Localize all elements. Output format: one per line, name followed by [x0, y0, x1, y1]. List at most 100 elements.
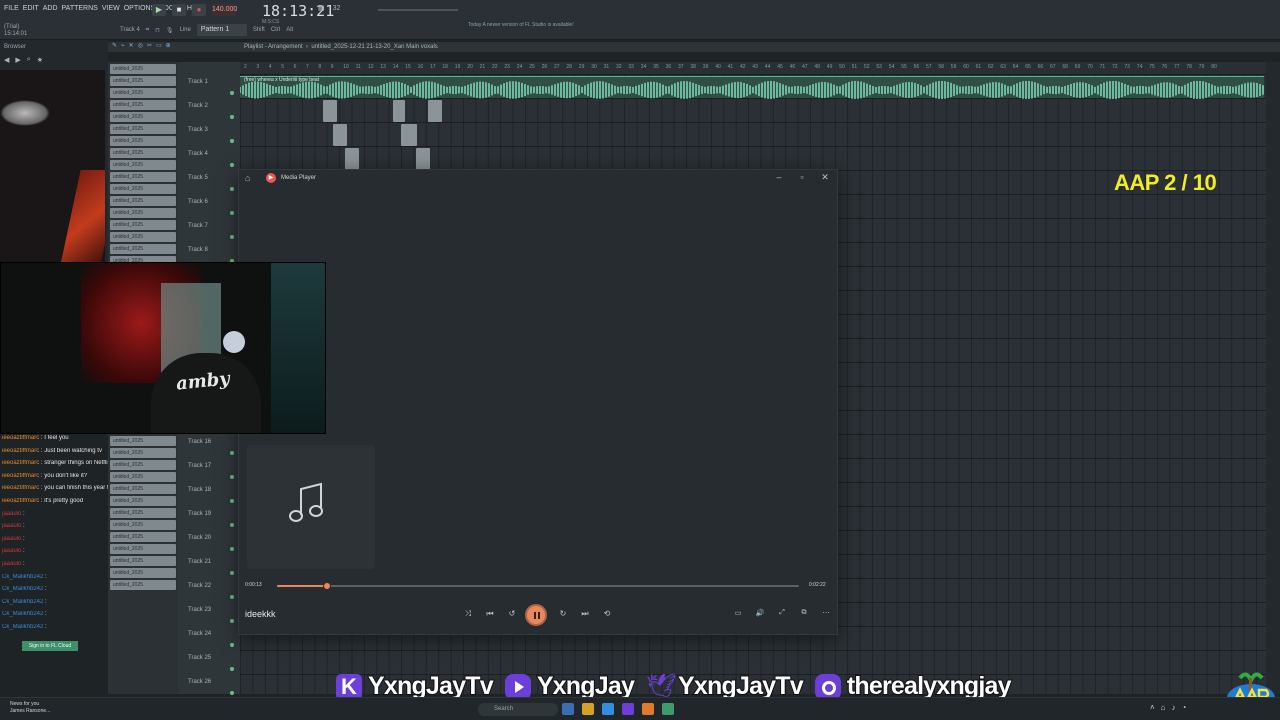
- track-enable-led[interactable]: [230, 91, 234, 95]
- magnet-icon[interactable]: ⊓: [155, 27, 160, 34]
- alt-toggle[interactable]: Alt: [286, 27, 293, 33]
- master-volume-slider[interactable]: [378, 9, 458, 11]
- track-name[interactable]: Track 18: [188, 487, 211, 493]
- chat-username[interactable]: ieeoaztiffmarc: [2, 448, 39, 454]
- vocal-clip[interactable]: [416, 148, 430, 170]
- browser-icon[interactable]: [602, 703, 614, 715]
- track-name[interactable]: Track 24: [188, 631, 211, 637]
- track-name[interactable]: Track 4: [188, 151, 208, 157]
- search-icon[interactable]: ⌕: [27, 56, 31, 64]
- chevron-up-icon[interactable]: ˄: [1150, 703, 1155, 712]
- shuffle-icon[interactable]: ⤨: [461, 609, 475, 619]
- track-enable-led[interactable]: [230, 475, 234, 479]
- select-icon[interactable]: ▭: [156, 42, 162, 49]
- clip-thumbnail[interactable]: untitled_2025: [110, 580, 176, 590]
- track-enable-led[interactable]: [230, 571, 234, 575]
- folder-icon[interactable]: [582, 703, 594, 715]
- menu-item-file[interactable]: FILE: [4, 5, 19, 12]
- taskbar-search[interactable]: Search: [478, 703, 558, 716]
- zoom-icon[interactable]: ⊕: [166, 42, 171, 49]
- vocal-clip[interactable]: [393, 100, 405, 122]
- chat-username[interactable]: ieeoaztiffmarc: [2, 485, 39, 491]
- ctrl-toggle[interactable]: Ctrl: [271, 27, 280, 33]
- track-name[interactable]: Track 16: [188, 439, 211, 445]
- clip-thumbnail[interactable]: untitled_2025: [110, 448, 176, 458]
- chat-username[interactable]: jaaaulo: [2, 523, 21, 529]
- chat-username[interactable]: Ck_Malikhb242: [2, 624, 43, 630]
- chat-username[interactable]: Ck_Malikhb242: [2, 574, 43, 580]
- vocal-clip[interactable]: [333, 124, 347, 146]
- news-widget[interactable]: News for you James Ransone...: [10, 701, 50, 715]
- cast-icon[interactable]: ▭: [731, 609, 745, 617]
- clip-thumbnail[interactable]: untitled_2025: [110, 100, 176, 110]
- brush-icon[interactable]: ⌁: [121, 42, 125, 49]
- clip-thumbnail[interactable]: untitled_2025: [110, 436, 176, 446]
- timeline-ruler[interactable]: 2 3 4 5 6 7 8 9 10 11 12 13 14 15 16 17 18 19 20 21 22 23 24 25…: [240, 62, 1266, 74]
- clip-thumbnail[interactable]: untitled_2025: [110, 472, 176, 482]
- chat-username[interactable]: Ck_Malikhb242: [2, 599, 43, 605]
- vocal-clip[interactable]: [323, 100, 337, 122]
- track-enable-led[interactable]: [230, 499, 234, 503]
- pause-button[interactable]: [525, 604, 547, 626]
- clip-thumbnail[interactable]: untitled_2025: [110, 520, 176, 530]
- chat-username[interactable]: ieeoaztiffmarc: [2, 498, 39, 504]
- stop-icon[interactable]: ■: [172, 4, 186, 16]
- vocal-clip[interactable]: [401, 124, 417, 146]
- maximize-icon[interactable]: ▫: [795, 172, 809, 182]
- previous-icon[interactable]: ⏮: [483, 609, 497, 619]
- track-name[interactable]: Track 25: [188, 655, 211, 661]
- app-icon[interactable]: [622, 703, 634, 715]
- track-name[interactable]: Track 2: [188, 103, 208, 109]
- chat-username[interactable]: jaaaulo: [2, 561, 21, 567]
- media-player-titlebar[interactable]: ⌂ ▶ Media Player – ▫ ✕: [239, 170, 837, 188]
- menu-item-patterns[interactable]: PATTERNS: [62, 5, 98, 12]
- fullscreen-icon[interactable]: ⤢: [775, 609, 789, 617]
- track-enable-led[interactable]: [230, 187, 234, 191]
- track-name[interactable]: Track 19: [188, 511, 211, 517]
- clip-thumbnail[interactable]: untitled_2025: [110, 544, 176, 554]
- repeat-icon[interactable]: ⟲: [600, 609, 614, 618]
- miniplayer-icon[interactable]: ⧉: [797, 609, 811, 617]
- menu-item-options[interactable]: OPTIONS: [124, 5, 156, 12]
- clip-thumbnail[interactable]: untitled_2025: [110, 196, 176, 206]
- pencil-icon[interactable]: ✎: [112, 42, 117, 49]
- forward-30-icon[interactable]: ↻: [556, 609, 570, 618]
- clip-thumbnail[interactable]: untitled_2025: [110, 184, 176, 194]
- chat-username[interactable]: jaaaulo: [2, 511, 21, 517]
- seek-bar[interactable]: [277, 582, 799, 590]
- clip-thumbnail[interactable]: untitled_2025: [110, 244, 176, 254]
- volume-icon[interactable]: 🔊: [753, 609, 767, 617]
- track-enable-led[interactable]: [230, 523, 234, 527]
- delete-icon[interactable]: ✕: [129, 42, 134, 49]
- playlist-scrollbar[interactable]: [1266, 62, 1280, 694]
- clip-thumbnail[interactable]: untitled_2025: [110, 232, 176, 242]
- seek-bar-handle[interactable]: [323, 582, 332, 590]
- track-name[interactable]: Track 8: [188, 247, 208, 253]
- track-name[interactable]: Track 5: [188, 175, 208, 181]
- clip-thumbnail[interactable]: untitled_2025: [110, 508, 176, 518]
- network-icon[interactable]: ⌂: [1161, 703, 1166, 712]
- menu-item-edit[interactable]: EDIT: [23, 5, 39, 12]
- track-name[interactable]: Track 22: [188, 583, 211, 589]
- track-enable-led[interactable]: [230, 451, 234, 455]
- mic-icon[interactable]: 🎙: [166, 27, 174, 34]
- clip-thumbnail[interactable]: untitled_2025: [110, 220, 176, 230]
- file-explorer-icon[interactable]: [562, 703, 574, 715]
- fl-studio-icon[interactable]: [642, 703, 654, 715]
- audio-clip-beat[interactable]: (free) wherea x Underiiii type beat: [240, 76, 1264, 99]
- track-enable-led[interactable]: [230, 211, 234, 215]
- chat-username[interactable]: ieeoaztiffmarc: [2, 435, 39, 441]
- track-enable-led[interactable]: [230, 667, 234, 671]
- media-app-icon[interactable]: [662, 703, 674, 715]
- track-name[interactable]: Track 3: [188, 127, 208, 133]
- forward-icon[interactable]: ▶: [15, 56, 20, 64]
- track-name[interactable]: Track 26: [188, 679, 211, 685]
- track-selector-label[interactable]: Track 4: [120, 27, 140, 33]
- home-icon[interactable]: ⌂: [245, 173, 250, 183]
- track-enable-led[interactable]: [230, 115, 234, 119]
- chat-username[interactable]: Ck_Malikhb242: [2, 611, 43, 617]
- track-enable-led[interactable]: [230, 547, 234, 551]
- clip-thumbnail[interactable]: untitled_2025: [110, 496, 176, 506]
- fl-cloud-signin-button[interactable]: Sign in to FL Cloud: [22, 641, 78, 651]
- clip-thumbnail[interactable]: untitled_2025: [110, 568, 176, 578]
